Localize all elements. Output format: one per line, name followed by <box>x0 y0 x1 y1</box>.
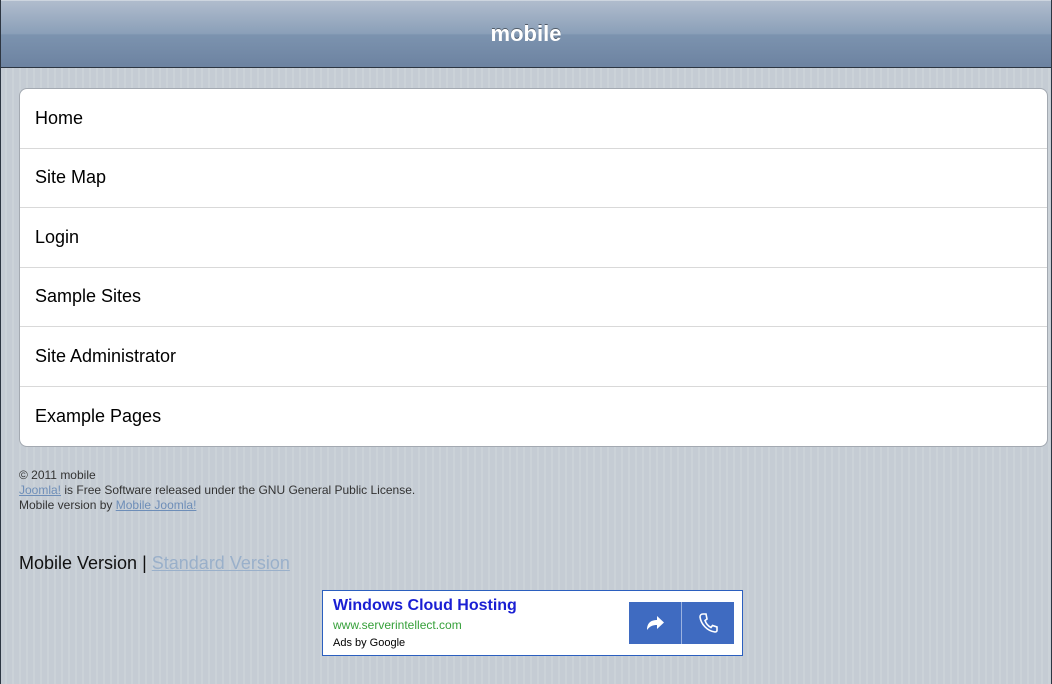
phone-icon[interactable] <box>681 602 734 644</box>
footer: © 2011 mobile Joomla! is Free Software r… <box>19 468 415 513</box>
arrow-icon[interactable] <box>629 602 681 644</box>
mobile-by-text: Mobile version by <box>19 498 116 512</box>
google-ad[interactable]: Windows Cloud Hosting www.serverintellec… <box>322 590 743 656</box>
mobile-by-line: Mobile version by Mobile Joomla! <box>19 498 415 513</box>
menu-item-example-pages[interactable]: Example Pages <box>20 387 1047 447</box>
menu-item-login[interactable]: Login <box>20 208 1047 268</box>
version-separator: | <box>137 553 152 573</box>
license-text: is Free Software released under the GNU … <box>61 483 416 497</box>
ad-action-buttons <box>629 602 734 644</box>
mobile-version-label: Mobile Version <box>19 553 138 573</box>
menu-item-home[interactable]: Home <box>20 89 1047 149</box>
menu-item-site-map[interactable]: Site Map <box>20 149 1047 208</box>
copyright-text: © 2011 mobile <box>19 468 96 482</box>
version-switcher: Mobile Version | Standard Version <box>19 553 290 574</box>
joomla-link[interactable]: Joomla! <box>19 483 61 497</box>
menu-item-sample-sites[interactable]: Sample Sites <box>20 268 1047 327</box>
standard-version-link[interactable]: Standard Version <box>152 553 290 573</box>
header-bar: mobile <box>1 0 1051 68</box>
menu-item-site-administrator[interactable]: Site Administrator <box>20 327 1047 387</box>
mobile-joomla-link[interactable]: Mobile Joomla! <box>116 498 197 512</box>
license-line: Joomla! is Free Software released under … <box>19 483 415 498</box>
main-menu: Home Site Map Login Sample Sites Site Ad… <box>19 88 1048 447</box>
site-title: mobile <box>490 21 562 46</box>
